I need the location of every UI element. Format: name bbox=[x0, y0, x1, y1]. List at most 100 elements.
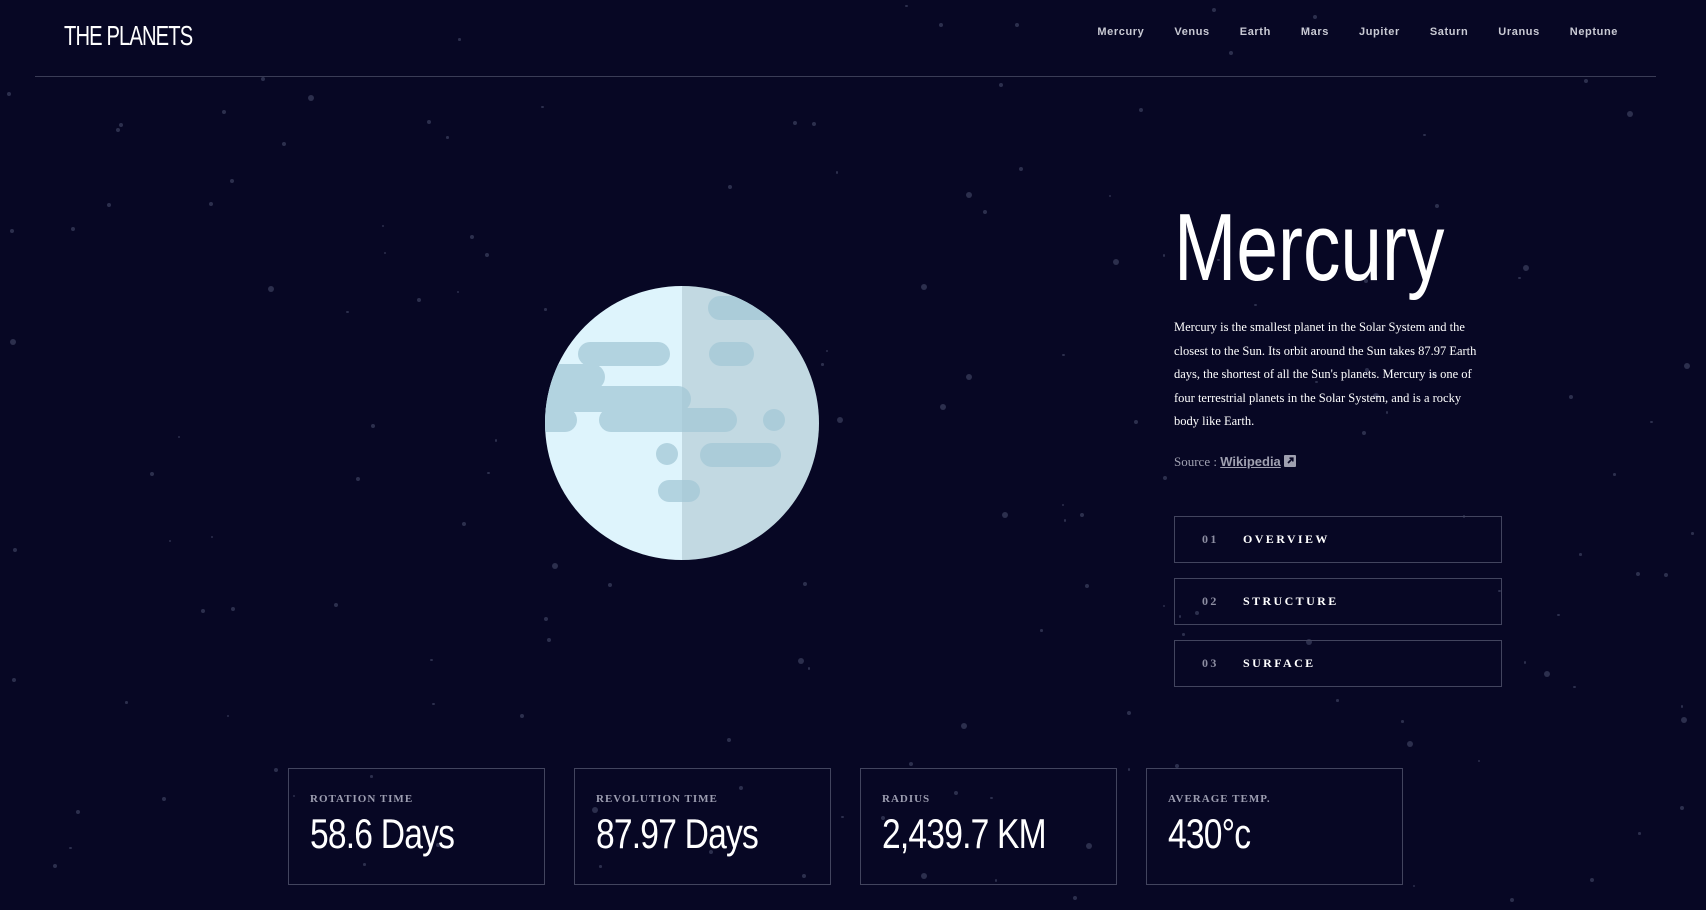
star-dot bbox=[13, 547, 18, 552]
star-dot bbox=[76, 809, 81, 814]
star-dot bbox=[177, 435, 181, 439]
star-dot bbox=[356, 477, 361, 482]
stat-revolution-time: REVOLUTION TIME 87.97 Days bbox=[574, 768, 831, 885]
nav-item-earth[interactable]: Earth bbox=[1240, 26, 1271, 38]
star-dot bbox=[1638, 832, 1641, 835]
star-dot bbox=[519, 714, 524, 719]
star-dot bbox=[1001, 511, 1008, 518]
external-link-icon[interactable] bbox=[1283, 454, 1296, 467]
star-dot bbox=[150, 472, 155, 477]
star-dot bbox=[221, 109, 226, 114]
star-dot bbox=[200, 608, 205, 613]
tab-number: 01 bbox=[1202, 532, 1219, 546]
star-dot bbox=[1079, 513, 1084, 518]
star-dot bbox=[161, 797, 166, 802]
stat-label: REVOLUTION TIME bbox=[596, 793, 718, 805]
star-dot bbox=[921, 284, 928, 291]
wikipedia-link[interactable]: Wikipedia bbox=[1220, 454, 1281, 469]
star-dot bbox=[821, 363, 824, 366]
star-dot bbox=[1557, 613, 1560, 617]
tab-overview[interactable]: 01 OVERVIEW bbox=[1174, 516, 1502, 563]
star-dot bbox=[7, 91, 12, 96]
star-dot bbox=[1650, 420, 1653, 424]
star-dot bbox=[1162, 254, 1166, 257]
stat-value: 430°c bbox=[1168, 810, 1251, 857]
star-dot bbox=[1423, 133, 1426, 137]
star-dot bbox=[1681, 716, 1688, 723]
star-dot bbox=[546, 637, 551, 642]
view-tabs: 01 OVERVIEW 02 STRUCTURE 03 SURFACE bbox=[1174, 516, 1502, 702]
star-dot bbox=[983, 210, 988, 215]
star-dot bbox=[1613, 473, 1616, 476]
star-dot bbox=[230, 179, 235, 184]
star-dot bbox=[273, 768, 278, 772]
stat-average-temp: AVERAGE TEMP. 430°c bbox=[1146, 768, 1403, 885]
star-dot bbox=[728, 185, 733, 190]
source-line: Source : Wikipedia bbox=[1174, 454, 1502, 470]
star-dot bbox=[1584, 78, 1589, 83]
stat-value: 58.6 Days bbox=[310, 810, 455, 857]
star-dot bbox=[125, 701, 128, 704]
star-dot bbox=[1636, 571, 1641, 576]
nav-item-mars[interactable]: Mars bbox=[1301, 26, 1329, 38]
nav-item-neptune[interactable]: Neptune bbox=[1570, 26, 1618, 38]
star-dot bbox=[71, 227, 76, 231]
nav-item-saturn[interactable]: Saturn bbox=[1430, 26, 1468, 38]
star-dot bbox=[1510, 898, 1515, 903]
star-dot bbox=[9, 339, 16, 346]
nav-item-uranus[interactable]: Uranus bbox=[1498, 26, 1540, 38]
star-dot bbox=[1112, 259, 1119, 266]
planet-illustration bbox=[545, 286, 819, 560]
star-dot bbox=[446, 136, 449, 139]
star-dot bbox=[261, 76, 266, 81]
star-dot bbox=[966, 191, 973, 198]
tab-structure[interactable]: 02 STRUCTURE bbox=[1174, 578, 1502, 625]
star-dot bbox=[1691, 532, 1694, 535]
star-dot bbox=[119, 122, 124, 127]
star-dot bbox=[803, 582, 808, 587]
stat-value: 2,439.7 KM bbox=[882, 810, 1047, 857]
stat-rotation-time: ROTATION TIME 58.6 Days bbox=[288, 768, 545, 885]
star-dot bbox=[1085, 584, 1090, 589]
site-logo[interactable]: THE PLANETS bbox=[64, 20, 193, 52]
planet-title: Mercury bbox=[1174, 194, 1445, 301]
star-dot bbox=[825, 349, 829, 353]
star-dot bbox=[226, 714, 230, 718]
star-dot bbox=[1138, 107, 1143, 112]
star-dot bbox=[268, 286, 275, 293]
tab-surface[interactable]: 03 SURFACE bbox=[1174, 640, 1502, 687]
star-dot bbox=[432, 702, 435, 706]
star-dot bbox=[209, 202, 214, 207]
star-dot bbox=[430, 658, 433, 662]
star-dot bbox=[1162, 604, 1166, 608]
nav-item-venus[interactable]: Venus bbox=[1174, 26, 1209, 38]
star-dot bbox=[1134, 420, 1139, 425]
star-dot bbox=[115, 128, 120, 133]
star-dot bbox=[1589, 878, 1594, 883]
source-prefix: Source : bbox=[1174, 453, 1217, 469]
star-dot bbox=[793, 120, 798, 125]
star-dot bbox=[797, 658, 804, 665]
tab-number: 02 bbox=[1202, 594, 1219, 608]
star-dot bbox=[462, 522, 467, 527]
star-dot bbox=[230, 607, 235, 612]
star-dot bbox=[487, 471, 490, 475]
star-dot bbox=[168, 539, 172, 543]
star-dot bbox=[1568, 394, 1573, 399]
star-dot bbox=[282, 141, 287, 146]
star-dot bbox=[485, 252, 490, 257]
planet-nav: Mercury Venus Earth Mars Jupiter Saturn … bbox=[1097, 26, 1618, 38]
planet-stats: ROTATION TIME 58.6 Days REVOLUTION TIME … bbox=[288, 768, 1403, 885]
nav-item-jupiter[interactable]: Jupiter bbox=[1359, 26, 1400, 38]
star-dot bbox=[1680, 705, 1684, 708]
star-dot bbox=[1627, 111, 1634, 118]
star-dot bbox=[416, 298, 421, 303]
star-dot bbox=[541, 105, 544, 109]
header-divider bbox=[35, 76, 1656, 77]
nav-item-mercury[interactable]: Mercury bbox=[1097, 26, 1144, 38]
star-dot bbox=[1543, 670, 1550, 677]
star-dot bbox=[1401, 720, 1404, 723]
star-dot bbox=[1108, 194, 1112, 198]
star-dot bbox=[544, 616, 548, 621]
star-dot bbox=[494, 439, 498, 442]
